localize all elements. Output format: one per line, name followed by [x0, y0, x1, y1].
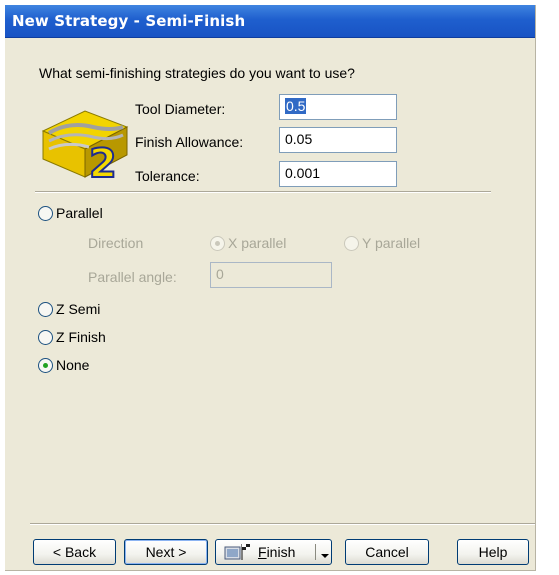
x-parallel-label: X parallel [228, 235, 287, 251]
wizard-dialog: New Strategy - Semi-Finish What semi-fin… [5, 5, 536, 571]
finish-allowance-field[interactable]: 0.05 [279, 127, 397, 153]
cancel-button[interactable]: Cancel [345, 539, 429, 565]
title-bar[interactable]: New Strategy - Semi-Finish [5, 5, 535, 38]
none-option[interactable]: None [38, 357, 89, 373]
dropdown-arrow-icon[interactable] [320, 544, 330, 560]
z-finish-option[interactable]: Z Finish [38, 329, 106, 345]
back-button[interactable]: < Back [33, 539, 116, 565]
finish-divider [315, 544, 316, 560]
parallel-angle-field: 0 [210, 262, 332, 288]
tool-diameter-field[interactable]: 0.5 [279, 94, 397, 120]
z-finish-label: Z Finish [56, 329, 106, 345]
help-button-label: Help [478, 544, 508, 560]
none-label: None [56, 357, 90, 373]
step-number: 2 [89, 141, 117, 183]
strategy-question: What semi-finishing strategies do you wa… [39, 65, 355, 81]
finish-button-label: inish [266, 544, 296, 560]
finish-button-mnemonic: F [258, 544, 267, 560]
back-button-label: < Back [52, 544, 97, 560]
finish-allowance-label: Finish Allowance: [135, 134, 244, 150]
x-parallel-option[interactable]: X parallel [210, 235, 286, 251]
next-button-label: Next > [145, 544, 187, 560]
parallel-label: Parallel [56, 205, 103, 221]
cancel-button-label: Cancel [365, 544, 409, 560]
x-parallel-radio[interactable] [210, 235, 225, 251]
none-radio[interactable] [38, 357, 53, 373]
tool-diameter-value: 0.5 [285, 98, 307, 114]
separator-bottom [30, 523, 535, 525]
z-semi-radio[interactable] [38, 301, 53, 317]
window-title: New Strategy - Semi-Finish [12, 12, 246, 30]
finish-button[interactable]: Finish [215, 539, 332, 565]
help-button[interactable]: Help [457, 539, 529, 565]
y-parallel-radio[interactable] [344, 235, 359, 251]
z-semi-label: Z Semi [56, 301, 101, 317]
tolerance-label: Tolerance: [135, 168, 200, 184]
direction-label: Direction [88, 235, 144, 251]
next-button[interactable]: Next > [124, 539, 208, 565]
z-semi-option[interactable]: Z Semi [38, 301, 100, 317]
tolerance-value: 0.001 [285, 165, 321, 181]
parallel-angle-label: Parallel angle: [88, 269, 177, 285]
tolerance-field[interactable]: 0.001 [279, 161, 397, 187]
z-finish-radio[interactable] [38, 329, 53, 345]
parallel-option[interactable]: Parallel [38, 205, 103, 221]
parallel-angle-value: 0 [216, 266, 224, 282]
parallel-radio[interactable] [38, 205, 53, 221]
tool-diameter-label: Tool Diameter: [135, 101, 226, 117]
separator-top [35, 191, 491, 193]
finish-allowance-value: 0.05 [285, 131, 313, 147]
finish-flag-icon [224, 543, 252, 561]
y-parallel-option[interactable]: Y parallel [344, 235, 420, 251]
y-parallel-label: Y parallel [362, 235, 421, 251]
3d-part-icon: 2 [37, 97, 131, 188]
